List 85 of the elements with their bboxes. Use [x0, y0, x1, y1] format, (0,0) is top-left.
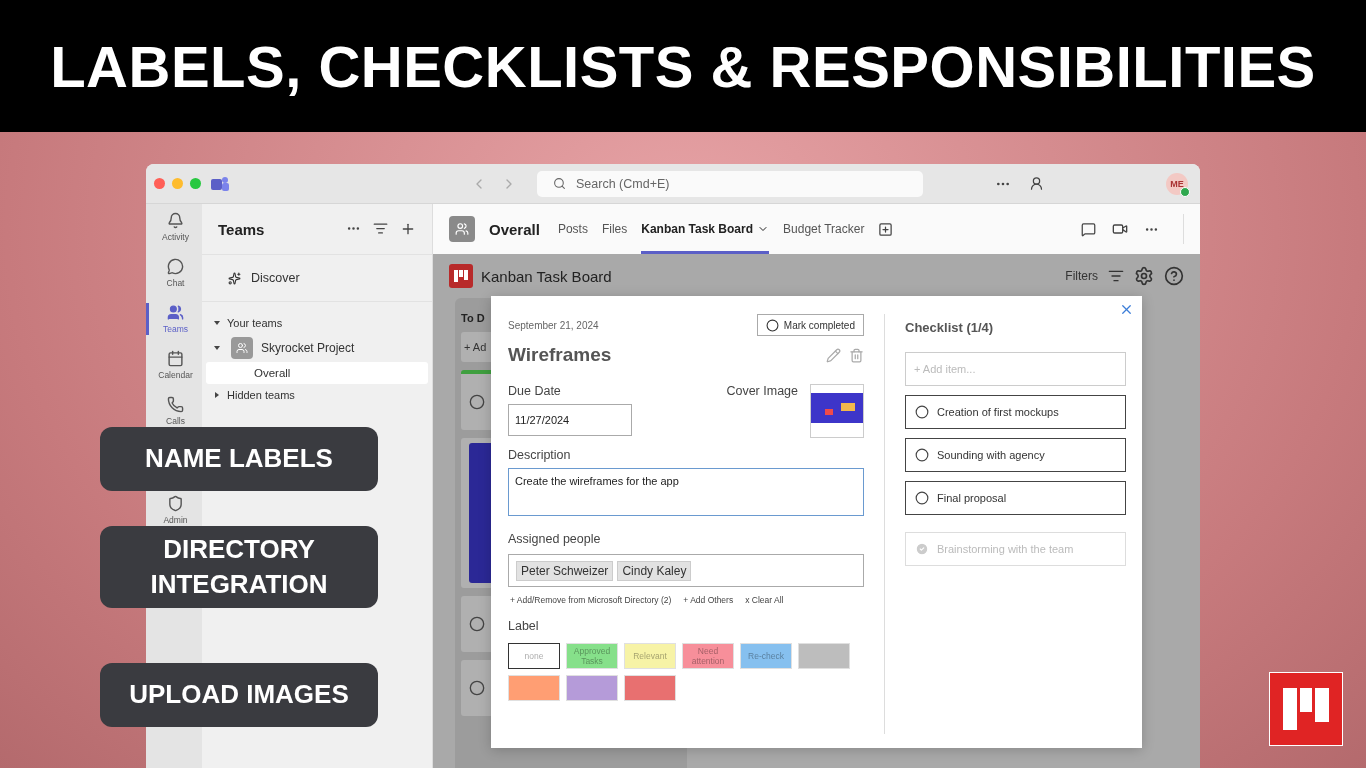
minimize-dot[interactable] — [172, 178, 183, 189]
checklist-title: Checklist (1/4) — [905, 320, 995, 335]
filter-icon[interactable] — [373, 221, 388, 236]
rail-item[interactable]: Calendar — [146, 349, 202, 381]
person-icon[interactable] — [1029, 176, 1044, 191]
team-item[interactable]: Skyrocket Project — [206, 334, 428, 362]
user-avatar[interactable]: ME — [1166, 172, 1188, 195]
discover-item[interactable]: Discover — [202, 255, 432, 302]
task-date: September 21, 2024 — [508, 319, 599, 331]
circle-icon — [765, 318, 779, 332]
field-label: Due Date — [508, 384, 562, 398]
feature-callout: UPLOAD IMAGES — [100, 663, 378, 727]
zoom-dot[interactable] — [190, 178, 201, 189]
presence-dot — [1180, 186, 1190, 197]
channel-tab[interactable]: Posts — [557, 204, 588, 254]
circle-icon — [915, 448, 929, 462]
panel-title: Teams — [218, 220, 265, 238]
channel-name: Overall — [489, 220, 540, 238]
filters-label[interactable]: Filters — [1065, 269, 1098, 283]
people-icon — [167, 304, 184, 321]
channel-tab[interactable]: Budget Tracker — [783, 204, 865, 254]
check-circle-icon — [915, 542, 929, 556]
person-chip[interactable]: Peter Schweizer — [516, 560, 614, 581]
field-label: Description — [508, 448, 572, 462]
rail-item[interactable]: Chat — [146, 257, 202, 289]
mark-completed-button[interactable]: Mark completed — [756, 314, 864, 336]
person-chip[interactable]: Cindy Kaley — [617, 560, 692, 581]
circle-icon[interactable] — [469, 616, 485, 632]
calendar-icon — [167, 350, 184, 367]
feature-callout: NAME LABELS — [100, 427, 378, 491]
tree-section[interactable]: Your teams — [206, 312, 428, 334]
add-tab-icon[interactable] — [878, 221, 894, 237]
banner-title: LABELS, CHECKLISTS & RESPONSIBILITIES — [50, 32, 1316, 100]
label-swatch[interactable] — [624, 675, 676, 701]
add-icon[interactable] — [400, 221, 416, 237]
cover-image-thumbnail[interactable] — [810, 384, 864, 438]
board-title: Kanban Task Board — [481, 267, 612, 285]
brand-logo-icon — [1269, 672, 1343, 746]
field-label: Assigned people — [508, 532, 602, 546]
phone-icon — [167, 396, 184, 413]
field-label: Label — [508, 619, 540, 633]
circle-icon — [915, 491, 929, 505]
sparkle-icon — [228, 271, 241, 285]
people-action-link[interactable]: x Clear All — [745, 595, 784, 605]
checklist-item[interactable]: Creation of first mockups — [905, 395, 1126, 429]
assigned-people-field[interactable]: Peter Schweizer Cindy Kaley — [508, 554, 864, 587]
rail-item[interactable]: Calls — [146, 395, 202, 427]
filter-icon[interactable] — [1108, 268, 1124, 284]
due-date-field[interactable]: 11/27/2024 — [508, 404, 632, 436]
rail-item[interactable]: Activity — [146, 211, 202, 243]
video-icon[interactable] — [1112, 221, 1128, 237]
feature-callout: DIRECTORY INTEGRATION — [100, 526, 378, 609]
app-logo-icon — [211, 175, 229, 192]
checklist-item[interactable]: Sounding with agency — [905, 438, 1126, 472]
rail-item[interactable]: Admin — [146, 494, 202, 526]
field-label: Cover Image — [726, 384, 798, 400]
search-icon — [553, 177, 566, 190]
settings-icon[interactable] — [1134, 266, 1154, 286]
circle-icon[interactable] — [469, 680, 485, 696]
circle-icon — [915, 405, 929, 419]
label-swatch[interactable] — [798, 643, 850, 669]
shield-icon — [167, 495, 184, 512]
checklist-item[interactable]: Final proposal — [905, 481, 1126, 515]
description-field[interactable]: Create the wireframes for the app — [508, 468, 864, 516]
circle-icon[interactable] — [469, 394, 485, 410]
close-dot[interactable] — [154, 178, 165, 189]
close-button[interactable] — [1119, 302, 1134, 317]
label-swatch[interactable] — [508, 675, 560, 701]
column-title: To D — [461, 311, 486, 324]
task-title: Wireframes — [508, 344, 612, 366]
team-icon — [231, 337, 253, 359]
label-swatch[interactable] — [566, 675, 618, 701]
bell-icon — [167, 212, 184, 229]
chat-bubble-icon — [167, 258, 184, 275]
channel-tab[interactable]: Files — [601, 204, 628, 254]
team-icon — [449, 216, 475, 242]
people-action-link[interactable]: + Add Others — [683, 595, 734, 605]
search-field[interactable]: Search (Cmd+E) — [537, 170, 923, 197]
help-icon[interactable] — [1164, 266, 1184, 286]
people-action-link[interactable]: + Add/Remove from Microsoft Directory (2) — [510, 595, 672, 605]
chat-icon[interactable] — [1081, 221, 1096, 237]
board-logo-icon — [449, 264, 473, 288]
search-placeholder: Search (Cmd+E) — [576, 176, 670, 191]
tree-section[interactable]: Hidden teams — [206, 384, 428, 406]
channel-item[interactable]: Overall — [206, 362, 428, 384]
